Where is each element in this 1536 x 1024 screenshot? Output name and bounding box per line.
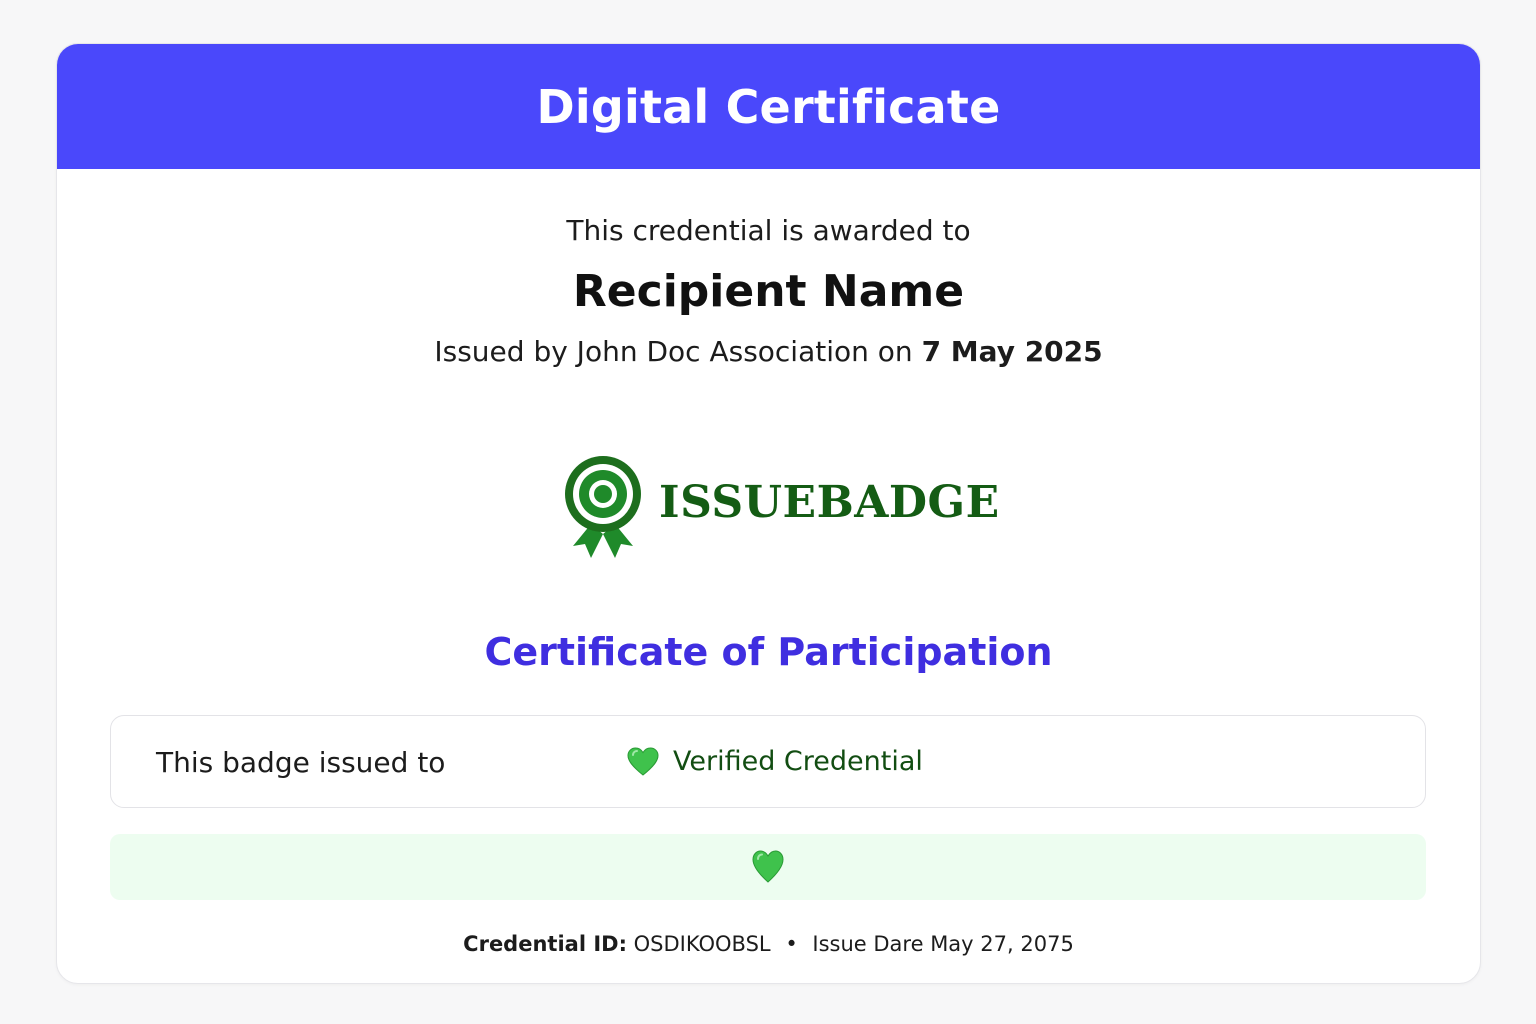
issuebadge-logo: ISSUEBADGE [563,454,1000,562]
certificate-header: Digital Certificate [57,44,1480,169]
issued-by-text: Issued by John Doc Association on [434,335,922,368]
credential-footer: Credential ID: OSDIKOOBSL • Issue Dare M… [57,932,1480,956]
issued-date: 7 May 2025 [921,335,1103,368]
verified-credential-label: Verified Credential [673,746,923,777]
badge-issued-to-label: This badge issued to [156,746,446,779]
recipient-name: Recipient Name [572,266,965,317]
green-heart-icon [627,746,659,776]
credential-id-value: OSDIKOOBSL [633,932,771,956]
footer-separator: • [785,932,798,956]
badge-info-box: This badge issued to Verified Credential [110,715,1426,808]
verification-status-bar [110,834,1426,900]
certificate-type: Certificate of Participation [484,630,1053,674]
certificate-card: Digital Certificate This credential is a… [56,43,1481,984]
page-title: Digital Certificate [536,79,1001,134]
award-ribbon-icon [565,456,641,558]
logo-text: ISSUEBADGE [659,476,1000,528]
issue-date-text: Issue Dare May 27, 2075 [812,932,1074,956]
awarded-text: This credential is awarded to [566,214,971,247]
verified-credential: Verified Credential [627,746,923,777]
green-heart-icon [752,850,784,883]
credential-id-label: Credential ID: [463,932,627,956]
issued-by-line: Issued by John Doc Association on 7 May … [57,335,1480,368]
